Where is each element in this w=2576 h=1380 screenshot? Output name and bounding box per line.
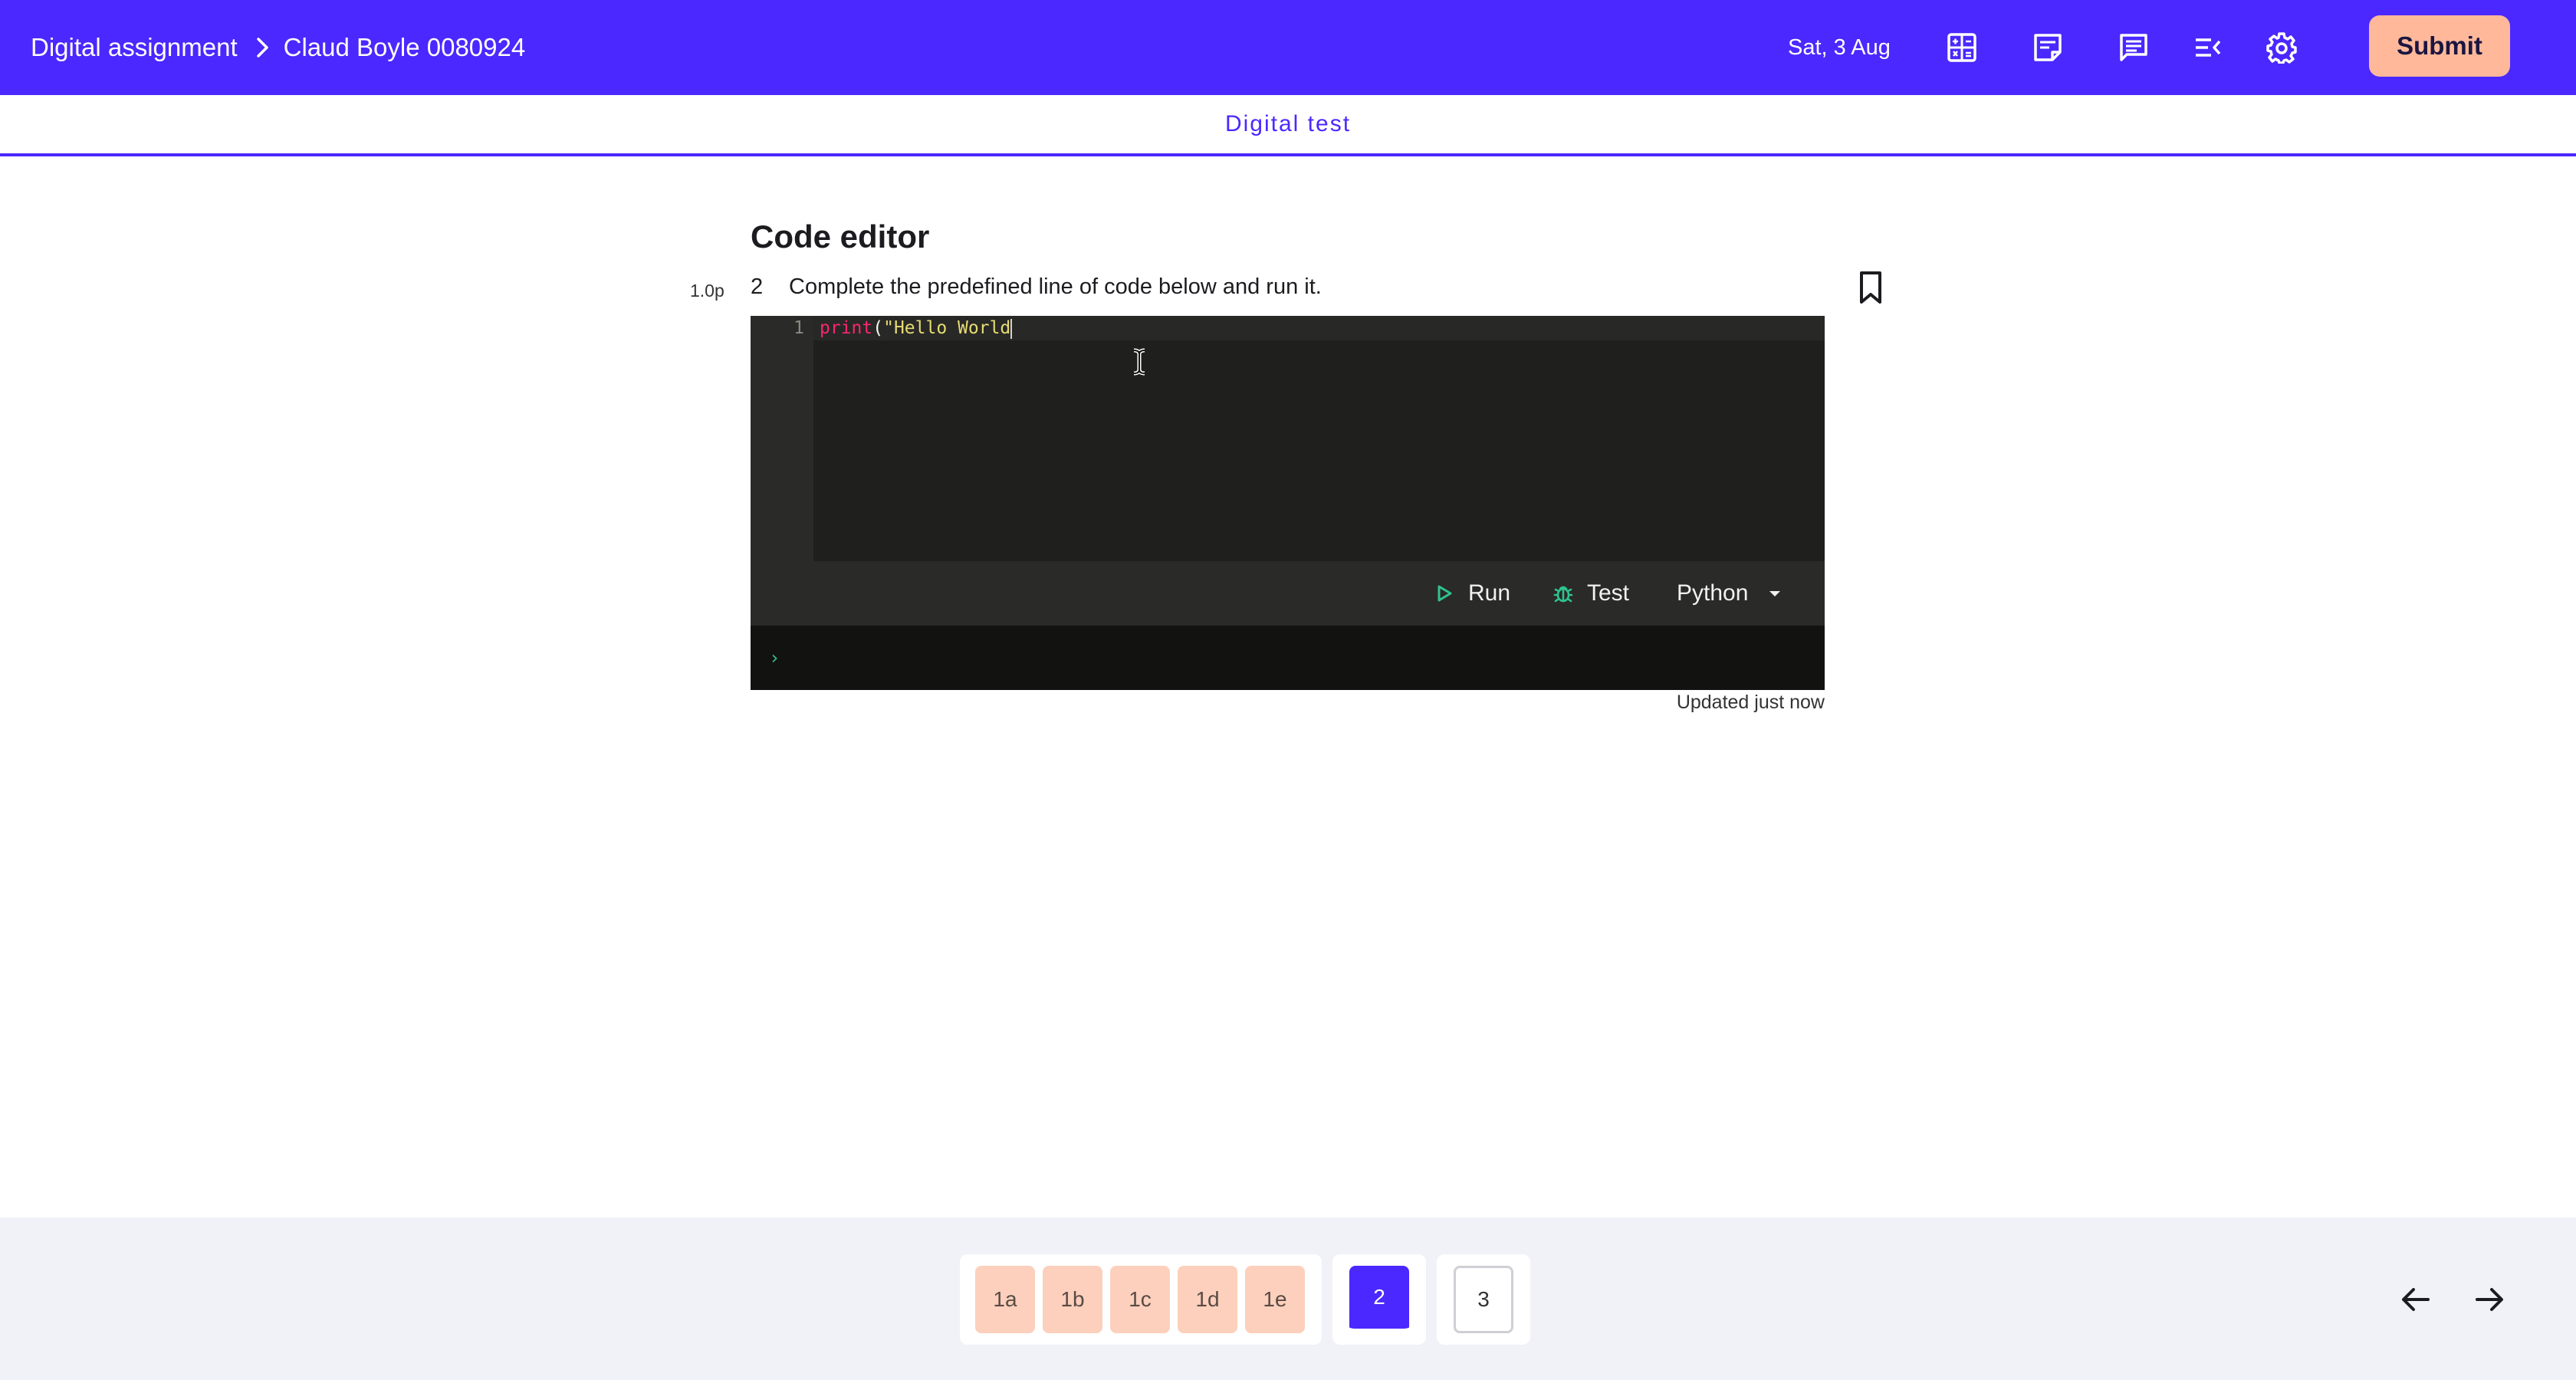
test-title: Digital test	[1224, 111, 1352, 136]
section-title: Code editor	[751, 219, 930, 255]
code-string-token: "Hello World	[883, 318, 1011, 338]
question-group-1: 1a 1b 1c 1d 1e	[960, 1254, 1322, 1345]
chat-icon[interactable]	[2114, 28, 2154, 67]
question-button-3[interactable]: 3	[1454, 1266, 1513, 1333]
calculator-icon[interactable]	[1942, 28, 1982, 67]
question-button-1c[interactable]: 1c	[1110, 1266, 1170, 1333]
editor-gutter: 1	[751, 316, 813, 561]
line-number: 1	[794, 318, 804, 338]
question-button-1d[interactable]: 1d	[1178, 1266, 1237, 1333]
code-editor: 1 print("Hello World Run Test Python ›	[751, 316, 1825, 690]
bug-icon	[1552, 582, 1575, 605]
language-select[interactable]: Python	[1677, 561, 1782, 626]
top-header: Digital assignment Claud Boyle 0080924 S…	[0, 0, 2576, 95]
submit-button[interactable]: Submit	[2369, 15, 2510, 77]
breadcrumb: Digital assignment Claud Boyle 0080924	[31, 0, 525, 95]
save-status: Updated just now	[1676, 692, 1825, 713]
test-title-bar: Digital test	[0, 95, 2576, 156]
play-icon	[1433, 582, 1456, 605]
language-label: Python	[1677, 580, 1749, 606]
code-input-area[interactable]: print("Hello World	[813, 316, 1825, 561]
breadcrumb-root[interactable]: Digital assignment	[31, 33, 238, 62]
test-button[interactable]: Test	[1552, 561, 1629, 626]
console-prompt: ›	[769, 647, 780, 669]
question-number: 2	[751, 274, 764, 299]
chevron-right-icon	[251, 36, 274, 59]
caret-down-icon	[1768, 589, 1782, 598]
run-button[interactable]: Run	[1433, 561, 1510, 626]
question-points: 1.0p	[690, 281, 724, 301]
bookmark-icon[interactable]	[1855, 270, 1886, 305]
question-button-2[interactable]: 2	[1349, 1266, 1409, 1333]
code-function-token: print	[820, 318, 873, 338]
code-line[interactable]: print("Hello World	[820, 316, 1013, 340]
code-paren-token: (	[872, 318, 884, 338]
notes-icon[interactable]	[2028, 28, 2068, 67]
test-label: Test	[1587, 580, 1630, 606]
text-cursor-icon	[1132, 348, 1147, 376]
next-arrow-icon[interactable]	[2470, 1280, 2509, 1319]
menu-collapse-icon[interactable]	[2188, 28, 2228, 67]
question-button-1e[interactable]: 1e	[1245, 1266, 1305, 1333]
editor-toolbar: Run Test Python	[751, 561, 1825, 626]
header-date: Sat, 3 Aug	[1788, 34, 1891, 60]
question-button-1a[interactable]: 1a	[975, 1266, 1035, 1333]
breadcrumb-current: Claud Boyle 0080924	[283, 33, 526, 61]
output-console[interactable]: ›	[751, 626, 1825, 690]
previous-arrow-icon[interactable]	[2397, 1280, 2435, 1319]
run-label: Run	[1468, 580, 1511, 606]
text-caret	[1010, 318, 1013, 339]
question-text: Complete the predefined line of code bel…	[789, 274, 1322, 299]
gear-icon[interactable]	[2262, 28, 2302, 67]
question-group-3: 3	[1437, 1254, 1530, 1345]
question-group-2: 2	[1332, 1254, 1426, 1345]
question-button-1b[interactable]: 1b	[1043, 1266, 1102, 1333]
